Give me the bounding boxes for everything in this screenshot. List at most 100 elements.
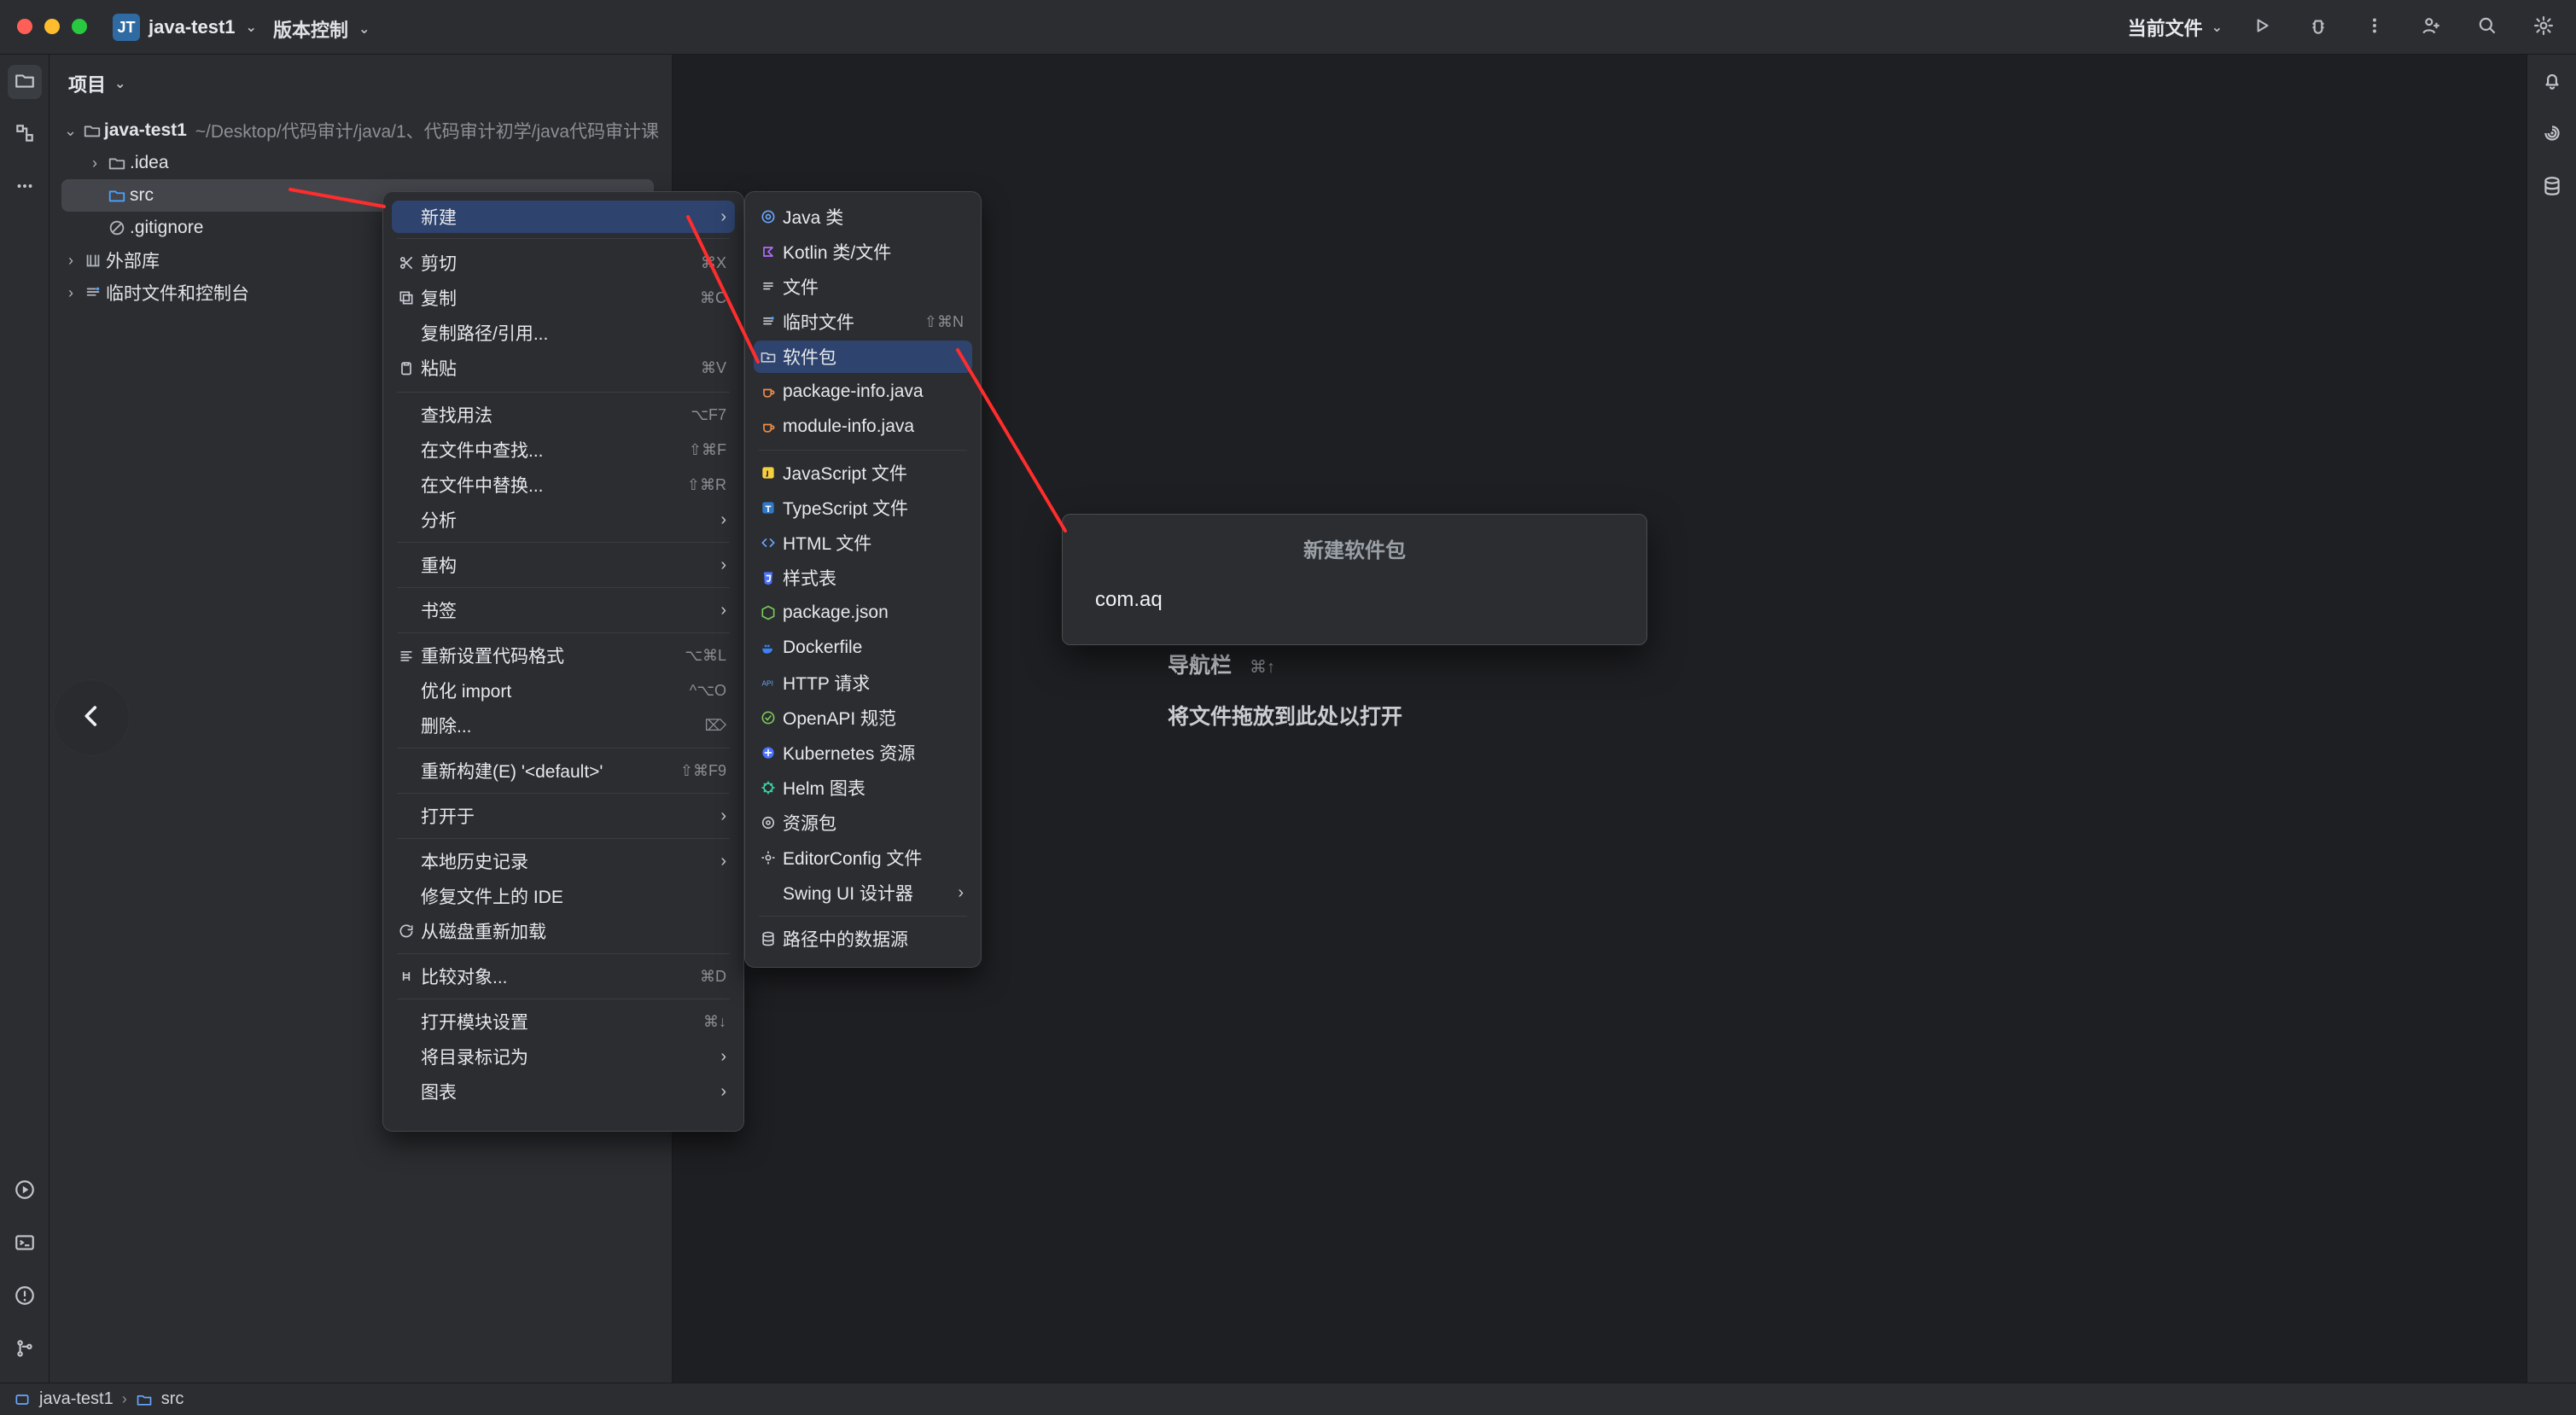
database-icon	[754, 930, 783, 947]
project-tool-button[interactable]	[8, 65, 42, 99]
terminal-tool-button[interactable]	[8, 1227, 42, 1261]
vcs-menu[interactable]: 版本控制 ⌄	[273, 15, 370, 43]
menu-item-copy-path[interactable]: 复制路径/引用...	[392, 317, 735, 349]
services-tool-button[interactable]	[8, 1174, 42, 1208]
tree-root[interactable]: ⌄ java-test1 ~/Desktop/代码审计/java/1、代码审计初…	[61, 114, 659, 147]
menu-item-cut[interactable]: 剪切 ⌘X	[392, 247, 735, 279]
submenu-item-javascript[interactable]: JavaScript 文件	[754, 457, 972, 489]
menu-item-rebuild[interactable]: 重新构建(E) '<default>' ⇧⌘F9	[392, 754, 735, 787]
menu-item-shortcut: ⇧⌘N	[924, 312, 964, 330]
menu-item-shortcut: ⌦	[704, 716, 726, 734]
chevron-down-icon: ⌄	[358, 22, 370, 37]
tree-item-label: .gitignore	[130, 218, 204, 237]
helm-icon	[754, 779, 783, 796]
submenu-item-package[interactable]: 软件包	[754, 341, 972, 373]
submenu-item-kotlin[interactable]: Kotlin 类/文件	[754, 236, 972, 268]
submenu-item-helm[interactable]: Helm 图表	[754, 772, 972, 804]
typescript-icon	[754, 499, 783, 516]
submenu-item-resource-bundle[interactable]: 资源包	[754, 806, 972, 839]
submenu-item-swing-ui[interactable]: Swing UI 设计器 ›	[754, 876, 972, 909]
submenu-item-package-json[interactable]: package.json	[754, 597, 972, 629]
menu-item-reload-from-disk[interactable]: 从磁盘重新加载	[392, 915, 735, 947]
submenu-indicator: ›	[720, 510, 726, 529]
database-tool-button[interactable]	[2535, 171, 2569, 205]
menu-item-shortcut: ⌘C	[700, 288, 726, 306]
run-config-selector[interactable]: 当前文件 ⌄	[2128, 14, 2223, 41]
submenu-item-package-info[interactable]: package-info.java	[754, 376, 972, 408]
submenu-item-kubernetes[interactable]: Kubernetes 资源	[754, 737, 972, 769]
source-folder-icon	[104, 186, 130, 205]
menu-item-new[interactable]: 新建 ›	[392, 201, 735, 233]
more-actions-button[interactable]	[2357, 10, 2392, 44]
menu-item-find-usages[interactable]: 查找用法 ⌥F7	[392, 399, 735, 431]
submenu-item-http-request[interactable]: API HTTP 请求	[754, 667, 972, 699]
menu-item-optimize-imports[interactable]: 优化 import ^⌥O	[392, 674, 735, 707]
menu-item-reformat-code[interactable]: 重新设置代码格式 ⌥⌘L	[392, 639, 735, 672]
menu-item-label: 分析	[421, 511, 457, 531]
more-tools-button[interactable]	[8, 171, 42, 205]
menu-item-bookmarks[interactable]: 书签 ›	[392, 594, 735, 626]
submenu-item-java-class[interactable]: Java 类	[754, 201, 972, 233]
submenu-item-data-source-in-path[interactable]: 路径中的数据源	[754, 923, 972, 955]
chevron-right-icon[interactable]: ›	[61, 284, 80, 302]
project-switcher[interactable]: JT java-test1 ⌄	[113, 12, 257, 43]
module-icon	[79, 121, 104, 140]
menu-item-shortcut: ⇧⌘R	[686, 475, 726, 493]
status-crumb-src[interactable]: src	[161, 1389, 184, 1409]
minimize-window-button[interactable]	[44, 19, 60, 34]
tree-item-idea[interactable]: › .idea	[61, 147, 659, 179]
submenu-item-file[interactable]: 文件	[754, 271, 972, 303]
problems-tool-button[interactable]	[8, 1280, 42, 1314]
back-navigation-button[interactable]	[53, 679, 130, 756]
run-button[interactable]	[2245, 10, 2279, 44]
right-tool-strip	[2526, 55, 2576, 1383]
close-window-button[interactable]	[17, 19, 32, 34]
menu-separator	[397, 838, 730, 839]
ai-assistant-button[interactable]	[2535, 118, 2569, 152]
menu-item-delete[interactable]: 删除... ⌦	[392, 709, 735, 742]
structure-tool-button[interactable]	[8, 118, 42, 152]
search-button[interactable]	[2470, 10, 2504, 44]
submenu-item-openapi[interactable]: OpenAPI 规范	[754, 702, 972, 734]
submenu-item-dockerfile[interactable]: Dockerfile	[754, 632, 972, 664]
project-panel-header[interactable]: 项目 ⌄	[68, 67, 125, 101]
submenu-item-html[interactable]: HTML 文件	[754, 527, 972, 559]
menu-item-refactor[interactable]: 重构 ›	[392, 549, 735, 581]
menu-item-open-in[interactable]: 打开于 ›	[392, 800, 735, 832]
menu-item-local-history[interactable]: 本地历史记录 ›	[392, 845, 735, 877]
menu-item-replace-in-files[interactable]: 在文件中替换... ⇧⌘R	[392, 469, 735, 501]
chevron-right-icon[interactable]: ›	[61, 252, 80, 270]
submenu-item-typescript[interactable]: TypeScript 文件	[754, 492, 972, 524]
menu-item-open-module-settings[interactable]: 打开模块设置 ⌘↓	[392, 1005, 735, 1038]
submenu-item-editorconfig[interactable]: EditorConfig 文件	[754, 841, 972, 874]
submenu-item-scratch-file[interactable]: 临时文件 ⇧⌘N	[754, 306, 972, 338]
menu-item-mark-directory[interactable]: 将目录标记为 ›	[392, 1040, 735, 1073]
package-name-input[interactable]: com.aq	[1095, 588, 1163, 612]
submenu-item-stylesheet[interactable]: 样式表	[754, 562, 972, 594]
notifications-button[interactable]	[2535, 65, 2569, 99]
kubernetes-icon	[754, 744, 783, 761]
folder-icon	[136, 1391, 153, 1408]
resource-bundle-icon	[754, 814, 783, 831]
zoom-window-button[interactable]	[72, 19, 87, 34]
settings-button[interactable]	[2526, 10, 2561, 44]
status-crumb-project[interactable]: java-test1	[39, 1389, 114, 1409]
menu-item-compare-with[interactable]: 比较对象... ⌘D	[392, 960, 735, 993]
menu-item-label: OpenAPI 规范	[783, 709, 897, 729]
chevron-down-icon[interactable]: ⌄	[61, 122, 79, 140]
menu-item-analyze[interactable]: 分析 ›	[392, 504, 735, 536]
debug-button[interactable]	[2301, 10, 2335, 44]
menu-item-label: 资源包	[783, 814, 836, 834]
chevron-right-icon[interactable]: ›	[85, 154, 104, 172]
submenu-item-module-info[interactable]: module-info.java	[754, 411, 972, 443]
folder-icon	[104, 154, 130, 172]
menu-item-label: 在文件中查找...	[421, 441, 544, 461]
menu-item-paste[interactable]: 粘贴 ⌘V	[392, 352, 735, 384]
vcs-tool-button[interactable]	[8, 1333, 42, 1367]
menu-item-find-in-files[interactable]: 在文件中查找... ⇧⌘F	[392, 434, 735, 466]
menu-item-diagrams[interactable]: 图表 ›	[392, 1075, 735, 1108]
menu-item-copy[interactable]: 复制 ⌘C	[392, 282, 735, 314]
menu-item-label: 软件包	[783, 348, 836, 368]
menu-item-repair-ide[interactable]: 修复文件上的 IDE	[392, 880, 735, 912]
add-user-button[interactable]	[2414, 10, 2448, 44]
